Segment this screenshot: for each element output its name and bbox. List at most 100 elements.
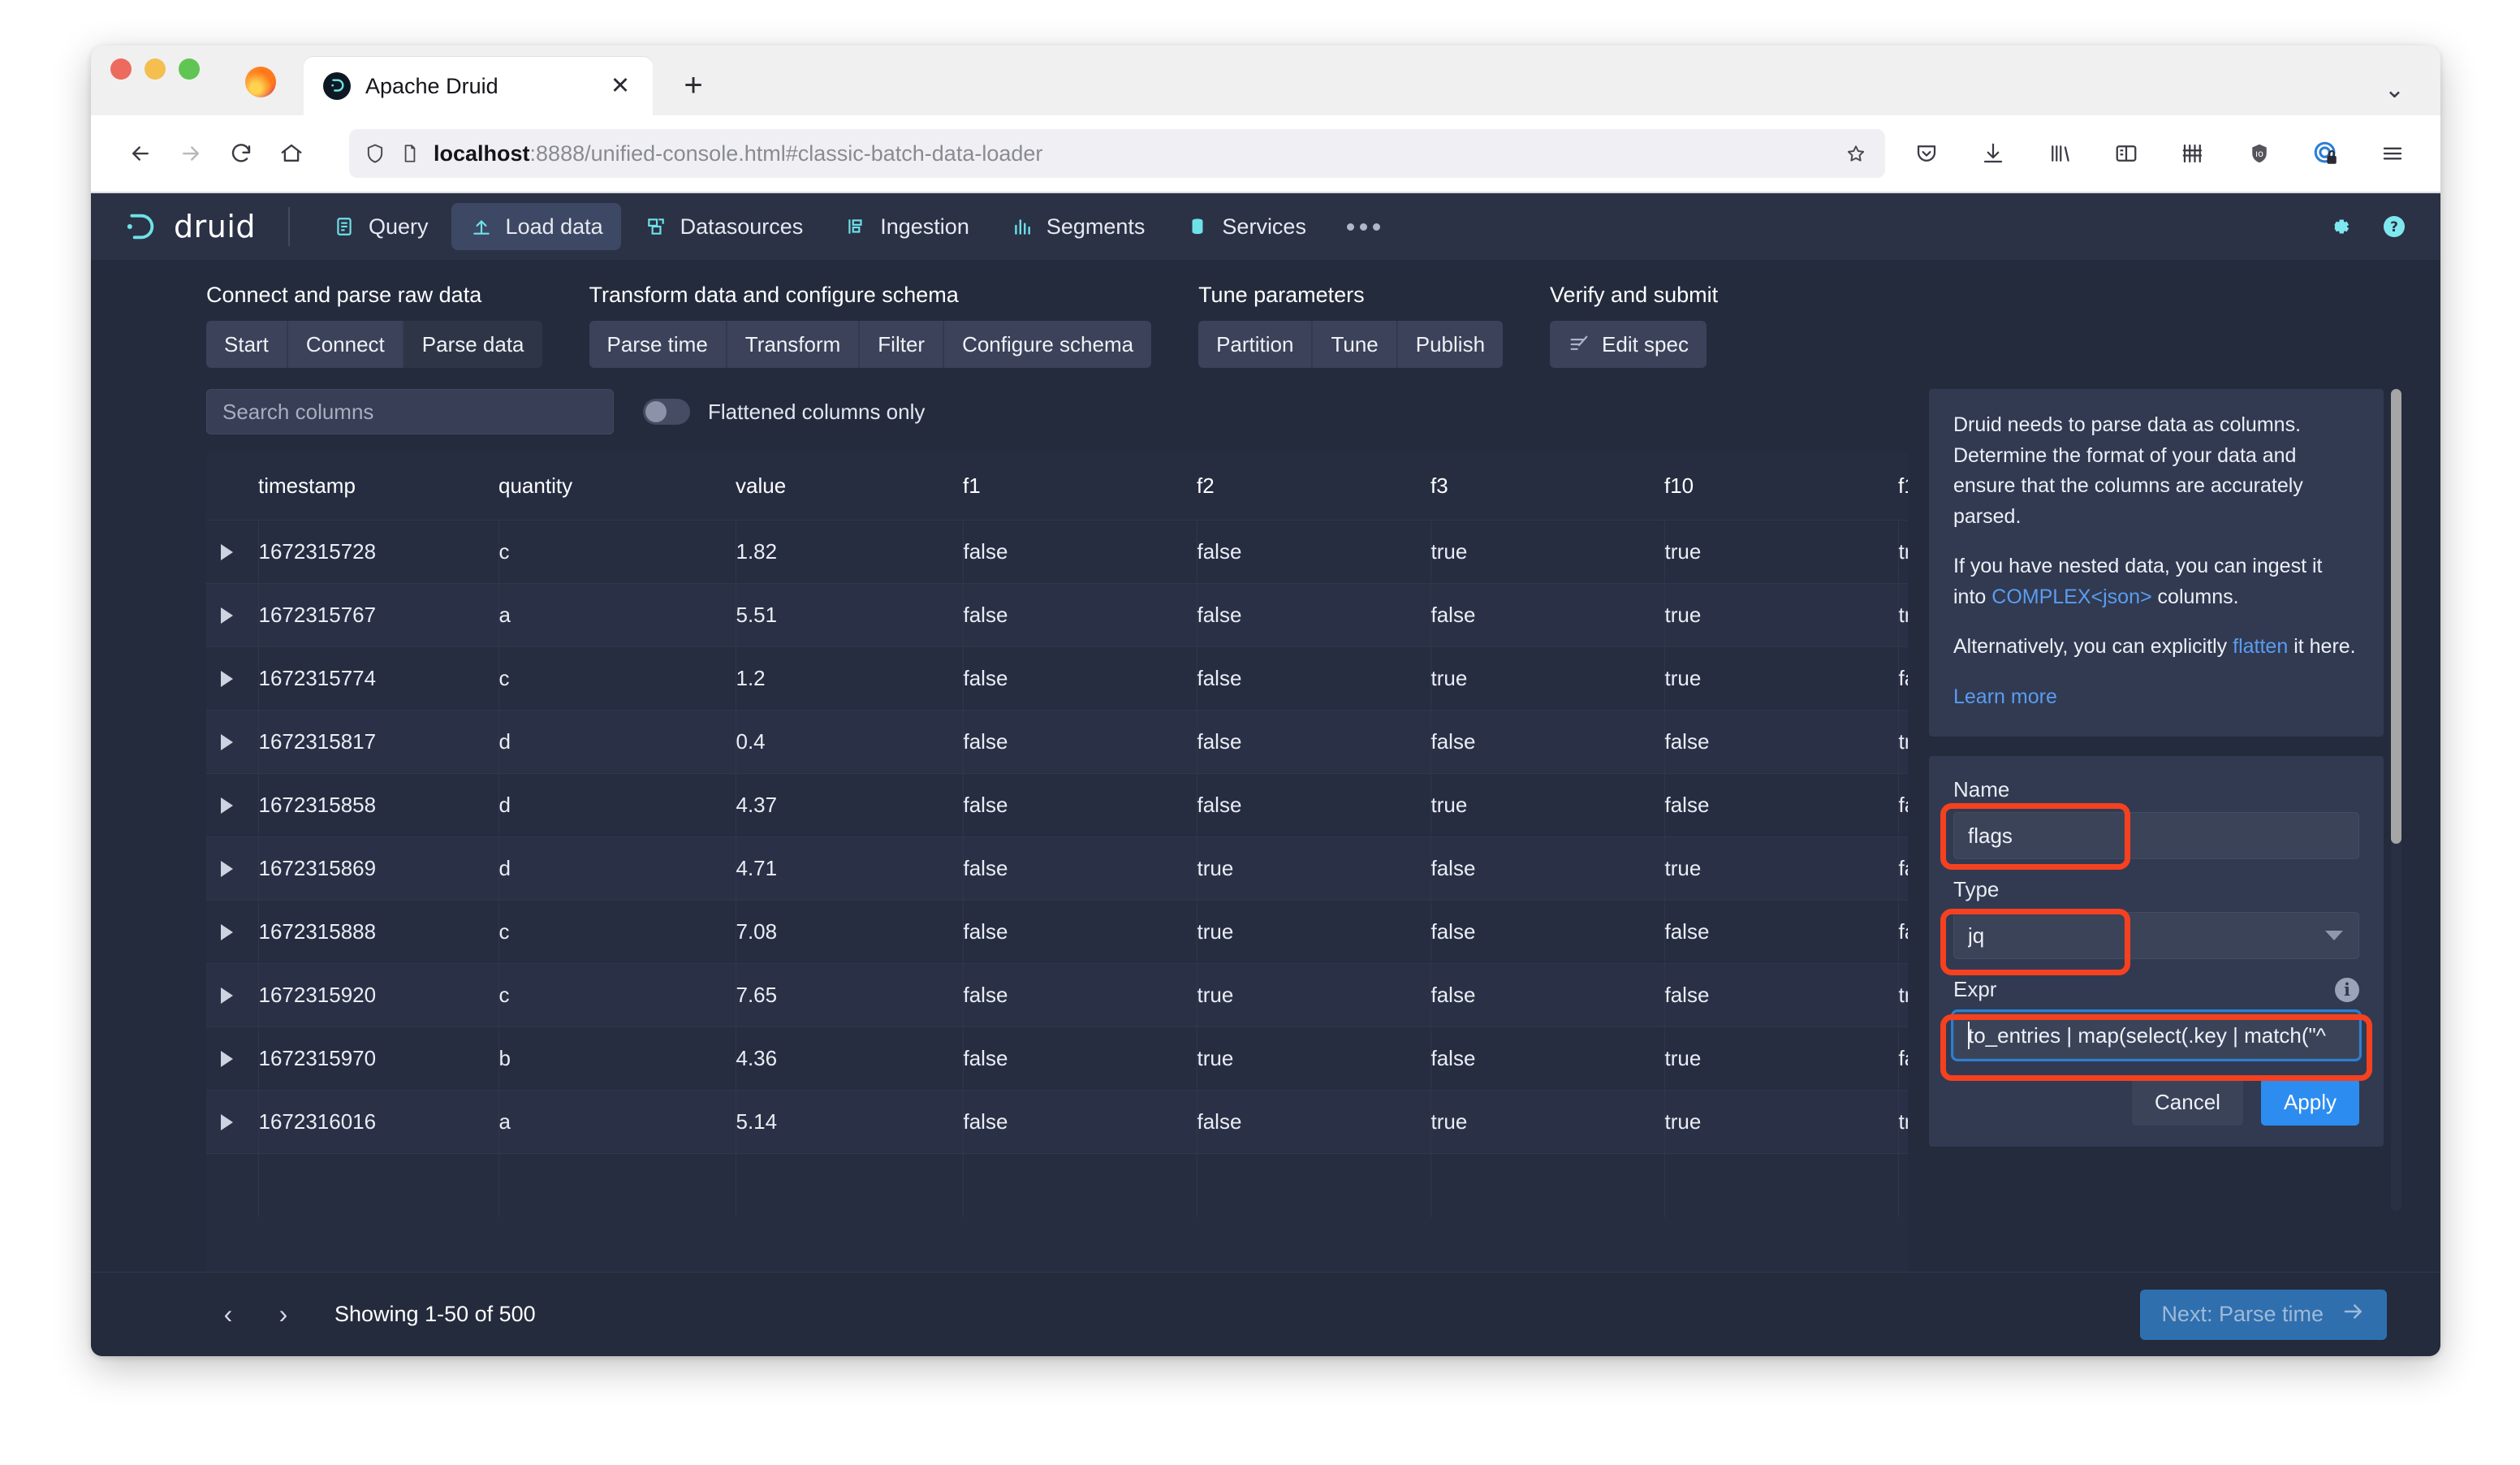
table-row[interactable]: 1672315774 c 1.2 false false true true f… — [206, 646, 1908, 711]
step-configure-schema[interactable]: Configure schema — [944, 321, 1152, 368]
table-row[interactable]: 1672315869 d 4.71 false true false true … — [206, 836, 1908, 901]
new-tab-button[interactable]: + — [671, 63, 716, 108]
row-expander[interactable] — [206, 773, 259, 837]
next-page-button[interactable]: › — [261, 1293, 305, 1337]
library-icon[interactable] — [2041, 135, 2078, 172]
complex-json-link[interactable]: COMPLEX<json> — [1991, 586, 2151, 608]
header-f2[interactable]: f2 — [1197, 452, 1430, 521]
table-row[interactable]: 1672315728 c 1.82 false false true true … — [206, 520, 1908, 584]
help-icon[interactable]: ? — [2379, 211, 2410, 242]
table-row[interactable]: 1672315920 c 7.65 false true false false… — [206, 963, 1908, 1027]
table-row[interactable] — [206, 1153, 1908, 1217]
row-expander[interactable] — [206, 900, 259, 964]
containers-icon[interactable] — [2174, 135, 2211, 172]
header-f1[interactable]: f1 — [963, 452, 1197, 521]
table-row[interactable]: 1672316016 a 5.14 false false true true … — [206, 1090, 1908, 1154]
nav-item-load-data[interactable]: Load data — [451, 203, 621, 250]
sidebar-icon[interactable] — [2108, 135, 2145, 172]
table-row[interactable]: 1672315767 a 5.51 false false false true… — [206, 583, 1908, 647]
tab-list-menu-button[interactable]: ⌄ — [2384, 76, 2405, 104]
step-filter[interactable]: Filter — [860, 321, 945, 368]
cell-timestamp: 1672315858 — [258, 773, 499, 837]
nav-item-services[interactable]: Services — [1167, 203, 1324, 250]
flattened-columns-toggle[interactable]: Flattened columns only — [643, 399, 925, 425]
apply-button[interactable]: Apply — [2260, 1078, 2359, 1126]
close-tab-button[interactable]: ✕ — [604, 70, 636, 102]
cell-f3: true — [1430, 773, 1665, 837]
reload-button[interactable] — [216, 128, 266, 179]
step-edit-spec[interactable]: Edit spec — [1550, 321, 1707, 368]
header-quantity[interactable]: quantity — [498, 452, 736, 521]
info-icon[interactable]: i — [2335, 977, 2359, 1002]
row-expander[interactable] — [206, 963, 259, 1027]
step-publish[interactable]: Publish — [1397, 321, 1504, 368]
table-row[interactable]: 1672315858 d 4.37 false false true false… — [206, 773, 1908, 837]
step-transform[interactable]: Transform — [727, 321, 861, 368]
url-host: localhost — [434, 140, 530, 166]
sidebar-scrollbar[interactable] — [2391, 389, 2401, 1211]
expr-input[interactable] — [1953, 1012, 2359, 1059]
type-select[interactable] — [1953, 912, 2359, 959]
wizard-steps: Connect and parse raw data Start Connect… — [91, 260, 2440, 368]
learn-more-link[interactable]: Learn more — [1953, 685, 2057, 708]
menu-icon[interactable] — [2374, 135, 2411, 172]
maximize-window-button[interactable] — [179, 58, 200, 80]
row-expander[interactable] — [206, 646, 259, 711]
cell-value: 1.2 — [736, 646, 964, 711]
druid-logo[interactable]: druid — [120, 209, 256, 244]
row-expander[interactable] — [206, 1026, 259, 1091]
search-columns-input[interactable] — [206, 389, 614, 434]
header-value[interactable]: value — [736, 452, 963, 521]
cancel-button[interactable]: Cancel — [2132, 1078, 2243, 1126]
shield-guard-icon[interactable]: ıo — [2241, 135, 2278, 172]
step-partition[interactable]: Partition — [1198, 321, 1314, 368]
header-f10[interactable]: f10 — [1664, 452, 1898, 521]
home-button[interactable] — [266, 128, 317, 179]
cell-f10: false — [1664, 900, 1899, 964]
step-parse-time[interactable]: Parse time — [589, 321, 727, 368]
table-row[interactable]: 1672315817 d 0.4 false false false false… — [206, 710, 1908, 774]
row-expander[interactable] — [206, 1090, 259, 1154]
cell-f1: false — [963, 646, 1197, 711]
back-button[interactable] — [115, 128, 166, 179]
bookmark-star-icon[interactable] — [1845, 142, 1871, 165]
row-expander[interactable] — [206, 1153, 259, 1217]
header-f1f[interactable]: f1f — [1898, 452, 1908, 521]
minimize-window-button[interactable] — [145, 58, 166, 80]
download-icon[interactable] — [1974, 135, 2012, 172]
flatten-link[interactable]: flatten — [2233, 635, 2288, 658]
nav-more-button[interactable] — [1329, 223, 1398, 231]
header-timestamp[interactable]: timestamp — [258, 452, 498, 521]
step-start[interactable]: Start — [206, 321, 288, 368]
nav-item-segments[interactable]: Segments — [992, 203, 1163, 250]
cell-f2: true — [1197, 1026, 1431, 1091]
nav-item-query[interactable]: Query — [314, 203, 447, 250]
cell-f1: false — [963, 963, 1197, 1027]
forward-button[interactable] — [166, 128, 216, 179]
gear-icon[interactable] — [2324, 211, 2354, 242]
nav-item-ingestion[interactable]: Ingestion — [826, 203, 987, 250]
step-tune[interactable]: Tune — [1313, 321, 1398, 368]
nav-item-datasources[interactable]: Datasources — [626, 203, 822, 250]
step-parse-data[interactable]: Parse data — [403, 321, 542, 368]
header-f3[interactable]: f3 — [1430, 452, 1664, 521]
table-row[interactable]: 1672315970 b 4.36 false true false true … — [206, 1026, 1908, 1091]
pocket-icon[interactable] — [1908, 135, 1945, 172]
row-expander[interactable] — [206, 710, 259, 774]
close-window-button[interactable] — [110, 58, 132, 80]
scrollbar-thumb[interactable] — [2391, 389, 2401, 844]
wizard-content: Flattened columns only — [91, 368, 2440, 1356]
account-lock-icon[interactable] — [2307, 135, 2345, 172]
step-connect[interactable]: Connect — [287, 321, 404, 368]
toggle-switch[interactable] — [643, 399, 690, 425]
cell-value: 1.82 — [736, 520, 964, 584]
row-expander[interactable] — [206, 520, 259, 584]
row-expander[interactable] — [206, 836, 259, 901]
row-expander[interactable] — [206, 583, 259, 647]
browser-tab[interactable]: Apache Druid ✕ — [304, 57, 653, 115]
previous-page-button[interactable]: ‹ — [206, 1293, 250, 1337]
next-parse-time-button[interactable]: Next: Parse time — [2140, 1289, 2387, 1340]
table-row[interactable]: 1672315888 c 7.08 false true false false… — [206, 900, 1908, 964]
name-input[interactable] — [1953, 812, 2359, 859]
url-bar[interactable]: localhost:8888/unified-console.html#clas… — [349, 129, 1885, 178]
